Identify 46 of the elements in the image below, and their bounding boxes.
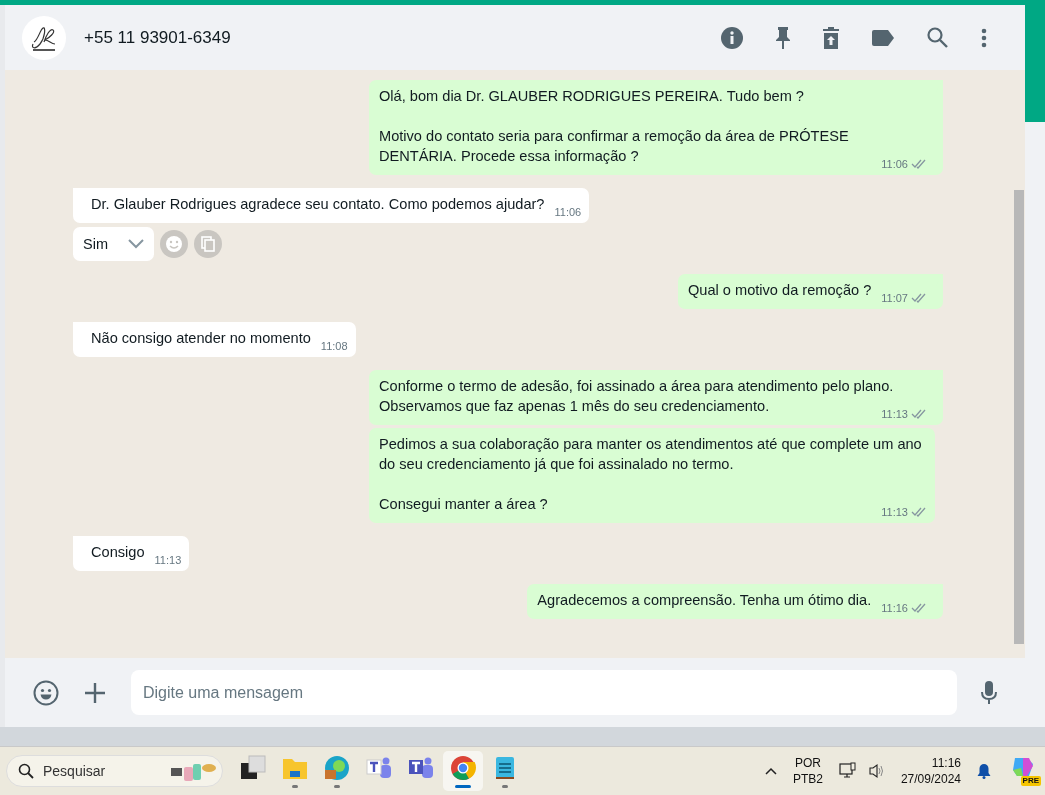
message-time: 11:06 (881, 157, 908, 172)
search-icon[interactable] (927, 27, 948, 48)
message-text: Olá, bom dia Dr. GLAUBER RODRIGUES PEREIRA. Tudo bem ? (379, 87, 805, 106)
info-icon[interactable] (721, 26, 743, 49)
scrollbar-thumb[interactable] (1014, 190, 1024, 644)
reply-dropdown[interactable]: Sim (73, 227, 154, 261)
message-input[interactable]: Digite uma mensagem (131, 670, 957, 715)
taskbar-search-field[interactable]: Pesquisar (6, 755, 223, 787)
bell-icon[interactable] (977, 763, 991, 779)
contact-avatar[interactable] (22, 15, 66, 60)
edge-icon (324, 754, 350, 781)
task-view-icon (240, 754, 266, 781)
message-time: 11:16 (881, 601, 908, 616)
emoji-icon[interactable] (33, 679, 59, 706)
chrome-taskbar-button[interactable] (443, 751, 483, 791)
message-text: Agradecemos a compreensão. Tenha um ótimo dia. (537, 592, 872, 608)
message-text: Consigo (91, 544, 145, 560)
message-time: 11:13 (154, 553, 182, 568)
search-icon (18, 763, 34, 779)
network-icon[interactable] (838, 762, 857, 780)
message-time: 11:08 (320, 339, 348, 354)
message-text: Não consigo atender no momento (91, 330, 311, 346)
plus-icon[interactable] (85, 682, 105, 703)
contact-phone: +55 11 93901-6349 (84, 27, 231, 48)
microphone-icon[interactable] (981, 680, 997, 705)
pin-icon[interactable] (776, 26, 790, 49)
message-text: Qual o motivo da remoção ? (687, 282, 872, 298)
chrome-icon (450, 754, 476, 781)
speaker-icon[interactable] (868, 763, 885, 779)
chevron-down-icon (128, 239, 144, 249)
message-text: Motivo do contato seria para confirmar a remoção da área de PRÓTESE DENTÁRIA. Procede essa informação ? (379, 128, 849, 164)
message-time: 11:07 (881, 291, 908, 306)
message-text: Pedimos a sua colaboração para manter os atendimentos até que complete um ano do seu credenciamento já que foi assinalado no termo. (379, 435, 923, 474)
copilot-icon[interactable] (1011, 756, 1035, 778)
message-text: Consegui manter a área ? (379, 496, 548, 512)
taskbar-clock[interactable]: 11:16 27/09/2024 (900, 755, 961, 787)
message-time: 11:13 (881, 505, 908, 520)
language-indicator[interactable]: POR PTB2 (792, 755, 823, 787)
menu-icon[interactable] (981, 27, 987, 48)
label-icon[interactable] (872, 29, 894, 46)
message-text: Dr. Glauber Rodrigues agradece seu contato. Como podemos ajudar? (91, 196, 545, 212)
preview-badge: PRE (1020, 776, 1041, 786)
message-time: 11:06 (554, 205, 582, 220)
trash-icon[interactable] (823, 26, 839, 49)
chevron-up-icon[interactable] (764, 767, 777, 775)
message-time: 11:13 (881, 407, 908, 422)
